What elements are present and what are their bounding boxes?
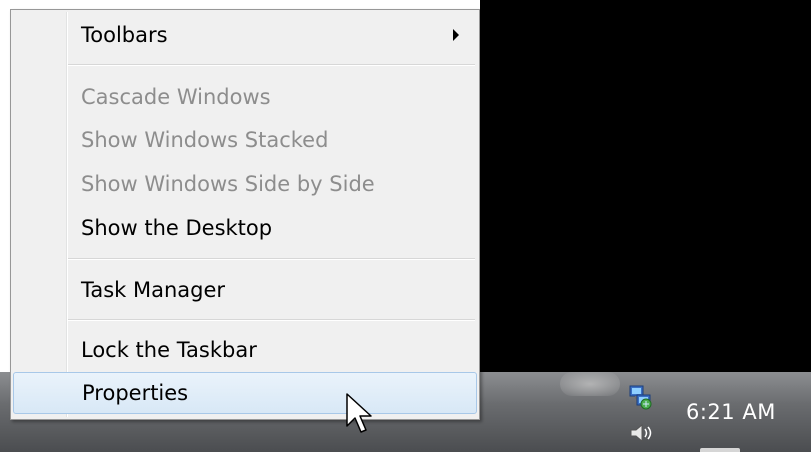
taskbar-glow xyxy=(560,372,620,396)
menu-item-show-windows-stacked[interactable]: Show Windows Stacked xyxy=(13,120,477,160)
menu-item-properties[interactable]: Properties xyxy=(13,372,477,414)
desktop-background xyxy=(480,0,811,372)
menu-item-lock-the-taskbar[interactable]: Lock the Taskbar xyxy=(13,330,477,370)
menu-item-label: Show Windows Side by Side xyxy=(81,172,375,196)
clock-time[interactable]: 6:21 AM xyxy=(686,400,776,424)
menu-item-label: Toolbars xyxy=(81,23,168,47)
menu-item-show-windows-side-by-side[interactable]: Show Windows Side by Side xyxy=(13,164,477,204)
menu-item-label: Cascade Windows xyxy=(81,85,271,109)
menu-item-cascade-windows[interactable]: Cascade Windows xyxy=(13,77,477,117)
menu-item-task-manager[interactable]: Task Manager xyxy=(13,270,477,310)
menu-item-label: Task Manager xyxy=(81,278,226,302)
menu-item-show-the-desktop[interactable]: Show the Desktop xyxy=(13,208,477,248)
mouse-pointer-icon xyxy=(345,392,375,440)
menu-item-toolbars[interactable]: Toolbars xyxy=(13,15,477,55)
volume-icon[interactable] xyxy=(628,420,654,446)
menu-separator xyxy=(68,319,475,321)
menu-item-label: Properties xyxy=(82,381,189,405)
submenu-arrow-icon xyxy=(453,29,459,41)
menu-item-label: Show Windows Stacked xyxy=(81,128,329,152)
clock-date-partial xyxy=(700,440,760,452)
taskbar-context-menu: Toolbars Cascade Windows Show Windows St… xyxy=(10,9,480,420)
menu-item-label: Lock the Taskbar xyxy=(81,338,257,362)
menu-item-label: Show the Desktop xyxy=(81,216,273,240)
network-icon[interactable] xyxy=(627,384,653,410)
menu-separator xyxy=(68,64,475,66)
menu-separator xyxy=(68,258,475,260)
